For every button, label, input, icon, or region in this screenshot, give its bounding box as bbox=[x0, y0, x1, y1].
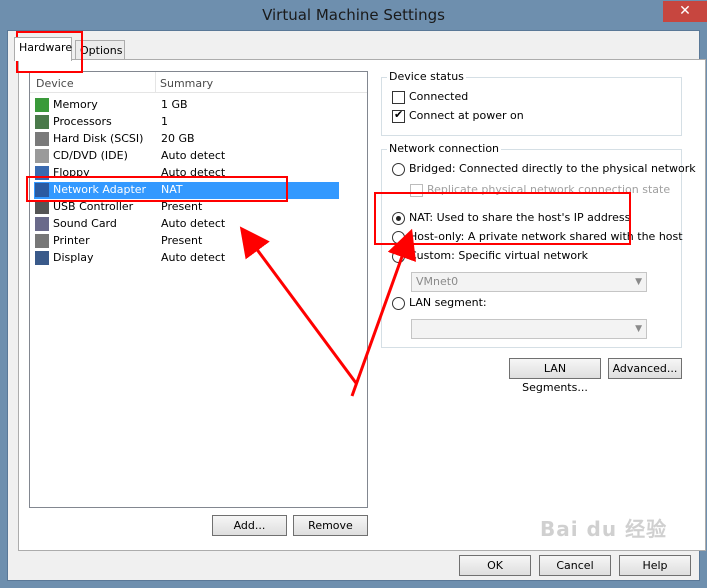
tab-hardware[interactable]: Hardware bbox=[14, 37, 72, 61]
arrow-to-nat-option bbox=[350, 228, 417, 397]
annotation-arrows bbox=[239, 226, 417, 397]
baidu-watermark: Bai du 经验 bbox=[540, 517, 668, 541]
vm-settings-window: Virtual Machine Settings ✕ Hardware Opti… bbox=[0, 0, 707, 588]
tab-hardware-label: Hardware bbox=[19, 41, 73, 54]
arrow-to-device-list bbox=[239, 226, 358, 384]
